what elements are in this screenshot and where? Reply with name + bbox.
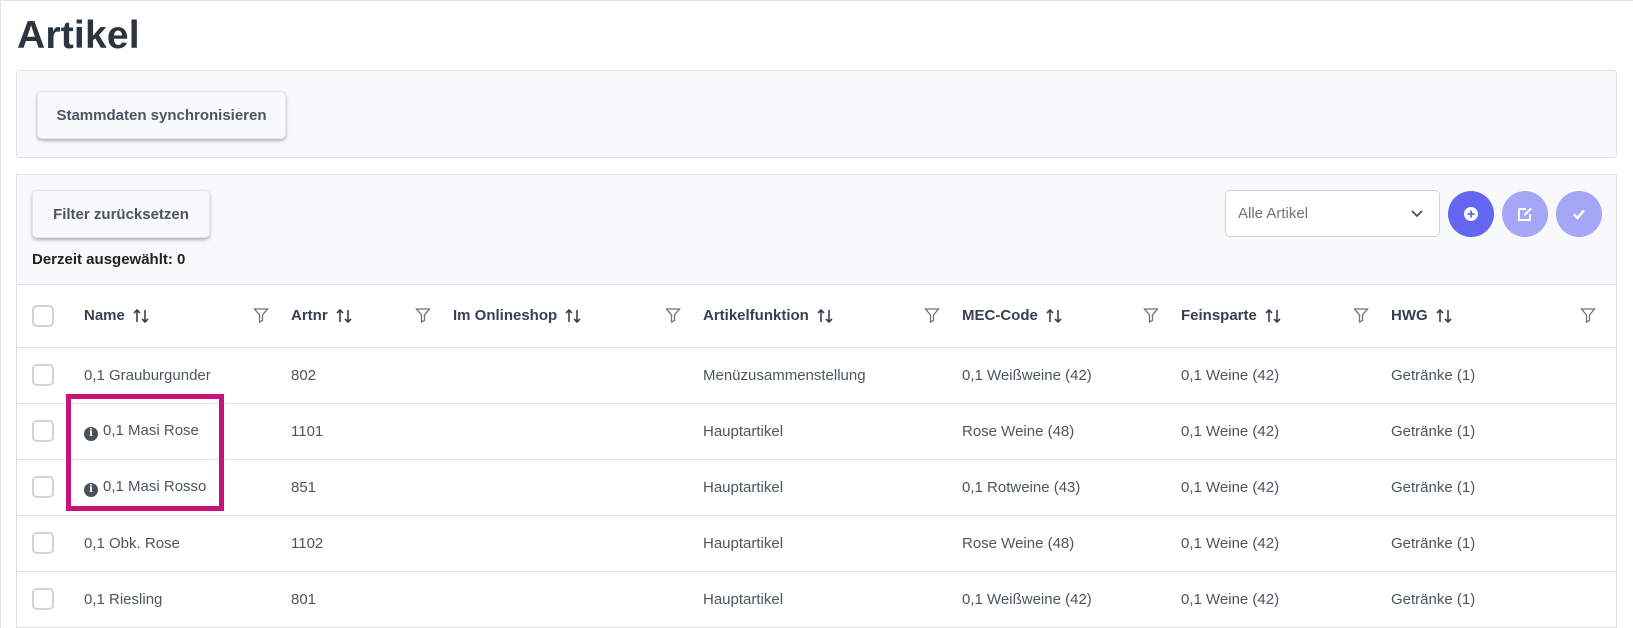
cell-artikelfunktion: Hauptartikel <box>703 459 962 516</box>
sort-icon[interactable] <box>1264 307 1282 325</box>
table-row[interactable]: i 0,1 Masi Rose 1101 Hauptartikel Rose Weine… <box>17 403 1616 460</box>
top-panel: Stammdaten synchronisieren <box>16 70 1617 158</box>
row-checkbox[interactable] <box>32 420 54 442</box>
sort-icon[interactable] <box>132 307 150 325</box>
cell-onlineshop <box>453 347 703 404</box>
cell-artnr: 802 <box>291 347 453 404</box>
table-panel: Filter zurücksetzen Derzeit ausgewählt: … <box>16 174 1617 628</box>
table-row[interactable]: 0,1 Grauburgunder 802 Menüzusammenstellung… <box>17 347 1616 404</box>
sort-icon[interactable] <box>816 307 834 325</box>
table-row[interactable]: 0,1 Obk. Rose 1102 Hauptartikel Rose Weine … <box>17 515 1616 572</box>
cell-artikelfunktion: Hauptartikel <box>703 403 962 460</box>
sort-icon[interactable] <box>564 307 582 325</box>
table-row[interactable]: 0,1 Riesling 801 Hauptartikel 0,1 Weißweine… <box>17 571 1616 628</box>
cell-mec-code: Rose Weine (48) <box>962 403 1181 460</box>
cell-hwg: Getränke (1) <box>1391 515 1616 572</box>
cell-hwg: Getränke (1) <box>1391 347 1616 404</box>
filter-icon[interactable] <box>1353 307 1369 323</box>
cell-hwg: Getränke (1) <box>1391 403 1616 460</box>
confirm-button[interactable] <box>1556 191 1602 237</box>
check-icon <box>1573 209 1585 220</box>
table-row[interactable]: i 0,1 Masi Rosso 851 Hauptartikel 0,1 Rotwei… <box>17 459 1616 516</box>
cell-artnr: 1101 <box>291 403 453 460</box>
cell-feinsparte: 0,1 Weine (42) <box>1181 515 1391 572</box>
sync-master-data-button[interactable]: Stammdaten synchronisieren <box>37 91 286 139</box>
row-checkbox[interactable] <box>32 364 54 386</box>
cell-onlineshop <box>453 403 703 460</box>
table-header-row: Name Artnr Im Onlineshop Artikelfunktion… <box>17 285 1616 348</box>
plus-circle-icon <box>1464 207 1478 221</box>
cell-mec-code: 0,1 Weißweine (42) <box>962 571 1181 628</box>
cell-name: i 0,1 Masi Rose <box>69 403 291 460</box>
column-header-artnr: Artnr <box>291 285 453 348</box>
row-checkbox[interactable] <box>32 532 54 554</box>
page-title: Artikel <box>17 14 140 57</box>
select-all-checkbox[interactable] <box>32 304 54 327</box>
column-header-name: Name <box>69 285 291 348</box>
cell-hwg: Getränke (1) <box>1391 459 1616 516</box>
cell-onlineshop <box>453 515 703 572</box>
article-filter-select[interactable]: Alle Artikel <box>1225 190 1440 237</box>
column-header-artikelfunktion: Artikelfunktion <box>703 285 962 348</box>
info-icon[interactable]: i <box>84 426 98 441</box>
cell-mec-code: 0,1 Weißweine (42) <box>962 347 1181 404</box>
selected-count: Derzeit ausgewählt: 0 <box>32 251 186 268</box>
reset-filter-button[interactable]: Filter zurücksetzen <box>32 190 210 238</box>
filter-icon[interactable] <box>415 307 431 323</box>
cell-onlineshop <box>453 459 703 516</box>
sort-icon[interactable] <box>335 307 353 325</box>
filter-icon[interactable] <box>1580 307 1596 323</box>
info-icon[interactable]: i <box>84 482 98 497</box>
cell-name: 0,1 Riesling <box>69 571 291 628</box>
filter-icon[interactable] <box>665 307 681 323</box>
cell-hwg: Getränke (1) <box>1391 571 1616 628</box>
cell-name: i 0,1 Masi Rosso <box>69 459 291 516</box>
cell-feinsparte: 0,1 Weine (42) <box>1181 403 1391 460</box>
cell-artnr: 801 <box>291 571 453 628</box>
cell-name: 0,1 Obk. Rose <box>69 515 291 572</box>
cell-feinsparte: 0,1 Weine (42) <box>1181 459 1391 516</box>
column-header-hwg: HWG <box>1391 285 1616 348</box>
column-header-feinsparte: Feinsparte <box>1181 285 1391 348</box>
edit-icon <box>1518 207 1532 221</box>
cell-feinsparte: 0,1 Weine (42) <box>1181 347 1391 404</box>
filter-icon[interactable] <box>253 307 269 323</box>
add-article-button[interactable] <box>1448 191 1494 237</box>
cell-name: 0,1 Grauburgunder <box>69 347 291 404</box>
article-filter-value: Alle Artikel <box>1238 205 1309 222</box>
cell-mec-code: Rose Weine (48) <box>962 515 1181 572</box>
cell-feinsparte: 0,1 Weine (42) <box>1181 571 1391 628</box>
cell-artnr: 851 <box>291 459 453 516</box>
chevron-down-icon <box>1411 210 1423 218</box>
column-header-onlineshop: Im Onlineshop <box>453 285 703 348</box>
sort-icon[interactable] <box>1435 307 1453 325</box>
cell-artnr: 1102 <box>291 515 453 572</box>
row-checkbox[interactable] <box>32 476 54 498</box>
edit-article-button[interactable] <box>1502 191 1548 237</box>
cell-onlineshop <box>453 571 703 628</box>
table-toolbar: Filter zurücksetzen Derzeit ausgewählt: … <box>17 175 1616 285</box>
filter-icon[interactable] <box>1143 307 1159 323</box>
cell-artikelfunktion: Hauptartikel <box>703 571 962 628</box>
row-checkbox[interactable] <box>32 588 54 610</box>
column-header-mec-code: MEC-Code <box>962 285 1181 348</box>
articles-table: Name Artnr Im Onlineshop Artikelfunktion… <box>17 285 1616 628</box>
cell-artikelfunktion: Menüzusammenstellung <box>703 347 962 404</box>
cell-mec-code: 0,1 Rotweine (43) <box>962 459 1181 516</box>
sort-icon[interactable] <box>1045 307 1063 325</box>
cell-artikelfunktion: Hauptartikel <box>703 515 962 572</box>
filter-icon[interactable] <box>924 307 940 323</box>
